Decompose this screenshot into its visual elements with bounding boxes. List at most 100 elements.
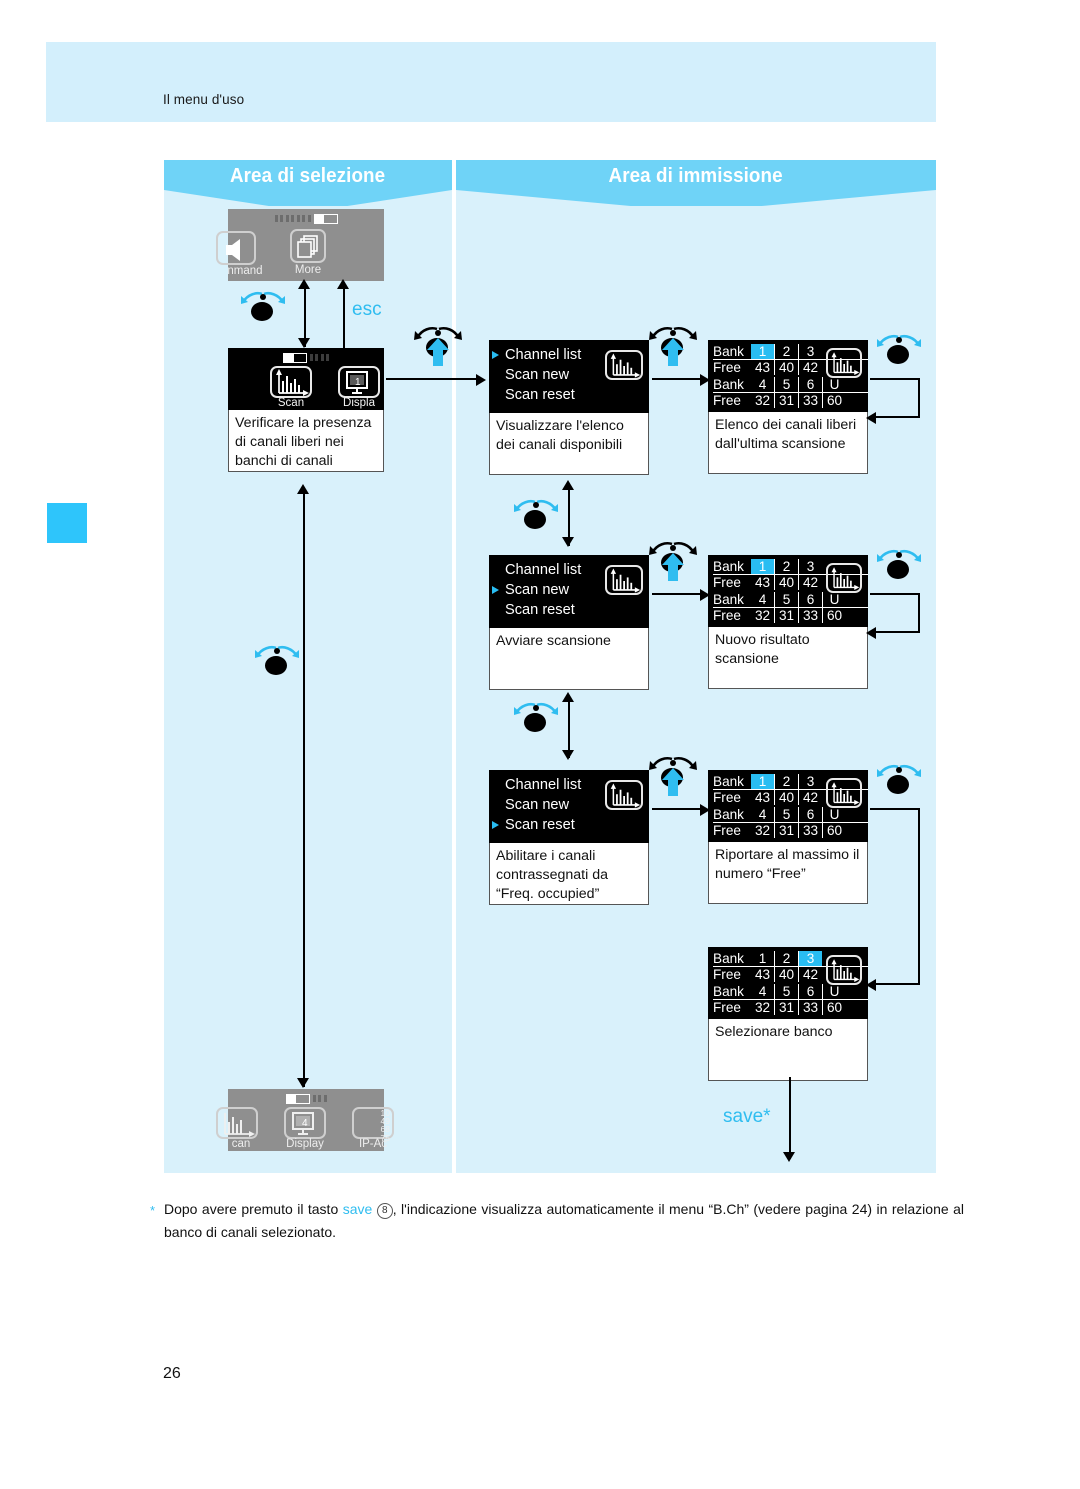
connector-r3-b bbox=[918, 808, 921, 985]
knob-push-icon-3 bbox=[649, 541, 697, 581]
knob-push-icon-4 bbox=[649, 756, 697, 796]
bank-2-row-4-label: Free bbox=[713, 608, 741, 623]
bank-4-r4-c2: 31 bbox=[774, 1000, 798, 1015]
bank-4-r4-c4: 60 bbox=[822, 1000, 846, 1015]
knob-dot-10 bbox=[670, 760, 676, 766]
bank-3-r4-c2: 31 bbox=[774, 823, 798, 838]
footnote-circle-num: 8 bbox=[376, 1203, 393, 1219]
bank-4-row-1-label: Bank bbox=[713, 951, 744, 966]
tile-scan-bank-2 bbox=[826, 563, 862, 593]
bank-3-table: Bank 1 2 3 Free 43 40 42 Bank 4 5 6 U Fr… bbox=[708, 770, 868, 842]
knob-ring-5 bbox=[887, 345, 909, 364]
knob-dot-2 bbox=[274, 648, 280, 654]
bank-3-row-3: Bank 4 5 6 U bbox=[713, 807, 868, 823]
menu-1-item-2[interactable]: Scan reset bbox=[489, 385, 649, 405]
bank-1-row-3-label: Bank bbox=[713, 377, 744, 392]
knob-rotate-icon-6 bbox=[514, 702, 558, 733]
arrowhead-down-m2m3 bbox=[562, 750, 574, 760]
menu-3-caption: Abilitare i canali contrassegnati da “Fr… bbox=[496, 848, 608, 902]
knob-rotate-icon-3 bbox=[877, 334, 921, 365]
menu-2-list[interactable]: Channel list Scan new Scan reset bbox=[489, 555, 649, 628]
connector-r1-a bbox=[870, 378, 920, 381]
bank-3-r1-c3: 3 bbox=[798, 774, 822, 789]
arrowhead-down-m1m2 bbox=[562, 537, 574, 547]
arrowhead-down-save bbox=[783, 1152, 795, 1162]
panel-area-di-selezione: Area di selezione bbox=[164, 160, 452, 1173]
knob-dot-7 bbox=[670, 545, 676, 551]
menu-3-caption-box: Abilitare i canali contrassegnati da “Fr… bbox=[489, 843, 649, 905]
menu-3-list[interactable]: Channel list Scan new Scan reset bbox=[489, 770, 649, 843]
running-head-text: Il menu d'uso bbox=[163, 92, 245, 107]
tile-scan-2-label: can bbox=[231, 1138, 251, 1150]
knob-dot-3 bbox=[435, 330, 441, 336]
tile-display: 1 bbox=[338, 366, 380, 398]
battery-icon bbox=[313, 213, 338, 224]
bank-1-r2-c3: 42 bbox=[798, 360, 822, 375]
knob-rotate-icon-5 bbox=[877, 549, 921, 580]
bank-1-r1-c3: 3 bbox=[798, 344, 822, 359]
bank-1-r3-c3: 6 bbox=[798, 377, 822, 392]
bank-2-row-3-label: Bank bbox=[713, 592, 744, 607]
connector-h-4 bbox=[652, 808, 702, 811]
display-number: 1 bbox=[355, 377, 361, 388]
connector-r1-c bbox=[874, 416, 920, 419]
bank-4-r1-c2: 2 bbox=[774, 951, 798, 966]
bank-1-r3-c4: U bbox=[822, 377, 846, 392]
bank-1-row-1-label: Bank bbox=[713, 344, 744, 359]
bank-4-table: Bank 1 2 3 Free 43 40 42 Bank 4 5 6 U Fr… bbox=[708, 947, 868, 1019]
connector-r2-a bbox=[870, 593, 920, 596]
footnote: * Dopo avere premuto il tasto save 8, l'i… bbox=[150, 1198, 964, 1244]
bank-box-3: Bank 1 2 3 Free 43 40 42 Bank 4 5 6 U Fr… bbox=[708, 770, 868, 904]
screen-home-black: Scan 1 Displa bbox=[228, 348, 384, 410]
menu-2-item-2[interactable]: Scan reset bbox=[489, 600, 649, 620]
connector-r2-b bbox=[918, 593, 921, 633]
arrowhead-right-1 bbox=[476, 374, 486, 386]
knob-dot-9 bbox=[533, 705, 539, 711]
panel-left-title: Area di selezione bbox=[230, 165, 386, 187]
tile-scan-label: Scan bbox=[277, 397, 305, 409]
bank-3-row-4-label: Free bbox=[713, 823, 741, 838]
knob-push-icon-2 bbox=[649, 326, 697, 366]
knob-rotate-icon-2 bbox=[255, 645, 299, 676]
screen-bottom-grey: can 4 Display 10 49 68 75 IP-Ac bbox=[216, 1089, 394, 1151]
bank-1-table: Bank 1 2 3 Free 43 40 42 Bank 4 5 6 U Fr… bbox=[708, 340, 868, 412]
menu-3-item-2[interactable]: Scan reset bbox=[489, 815, 649, 835]
bank-3-r1-c1: 1 bbox=[751, 774, 774, 789]
bank-2-r3-c4: U bbox=[822, 592, 846, 607]
bank-1-row-2-label: Free bbox=[713, 360, 741, 375]
tile-display-2-label: Display bbox=[286, 1138, 324, 1150]
bank-2-row-3: Bank 4 5 6 U bbox=[713, 592, 868, 608]
tile-scan-bank-4 bbox=[826, 955, 862, 985]
bank-2-caption-box: Nuovo risultato scansione bbox=[708, 627, 868, 689]
bank-1-row-3: Bank 4 5 6 U bbox=[713, 377, 868, 393]
bank-3-r3-c4: U bbox=[822, 807, 846, 822]
bank-1-row-4-label: Free bbox=[713, 393, 741, 408]
connector-h-3 bbox=[652, 593, 702, 596]
knob-ring-8 bbox=[887, 560, 909, 579]
knob-push-icon-1 bbox=[414, 326, 462, 366]
menu-1-list[interactable]: Channel list Scan new Scan reset bbox=[489, 340, 649, 413]
bank-3-r2-c2: 40 bbox=[774, 790, 798, 805]
bank-4-r2-c2: 40 bbox=[774, 967, 798, 982]
bank-1-r4-c4: 60 bbox=[822, 393, 846, 408]
running-head-band: Il menu d'uso bbox=[46, 42, 936, 122]
bank-2-r3-c1: 4 bbox=[758, 592, 767, 607]
screen-home-grey: nmand More bbox=[216, 209, 384, 281]
arrowhead-up-m1m2 bbox=[562, 480, 574, 490]
bank-3-caption-box: Riportare al massimo il numero “Free” bbox=[708, 842, 868, 904]
bank-1-r4-c1: 32 bbox=[754, 393, 771, 408]
menu-box-3: Channel list Scan new Scan reset Abilita… bbox=[489, 770, 649, 905]
bank-2-r2-c2: 40 bbox=[774, 575, 798, 590]
manual-page: Il menu d'uso Area di selezione Area di … bbox=[0, 0, 1080, 1489]
bank-1-r1-c2: 2 bbox=[774, 344, 798, 359]
bank-4-caption-box: Selezionare banco bbox=[708, 1019, 868, 1081]
knob-dot-4 bbox=[670, 330, 676, 336]
footnote-part1: Dopo avere premuto il tasto bbox=[164, 1201, 343, 1217]
knob-ring-6 bbox=[524, 510, 546, 529]
status-row-grey bbox=[228, 213, 384, 224]
connector-r1-b bbox=[918, 378, 921, 418]
knob-ring-9 bbox=[524, 713, 546, 732]
bank-3-r3-c2: 5 bbox=[774, 807, 798, 822]
bank-2-r1-c2: 2 bbox=[774, 559, 798, 574]
bank-box-1: Bank 1 2 3 Free 43 40 42 Bank 4 5 6 U Fr… bbox=[708, 340, 868, 474]
